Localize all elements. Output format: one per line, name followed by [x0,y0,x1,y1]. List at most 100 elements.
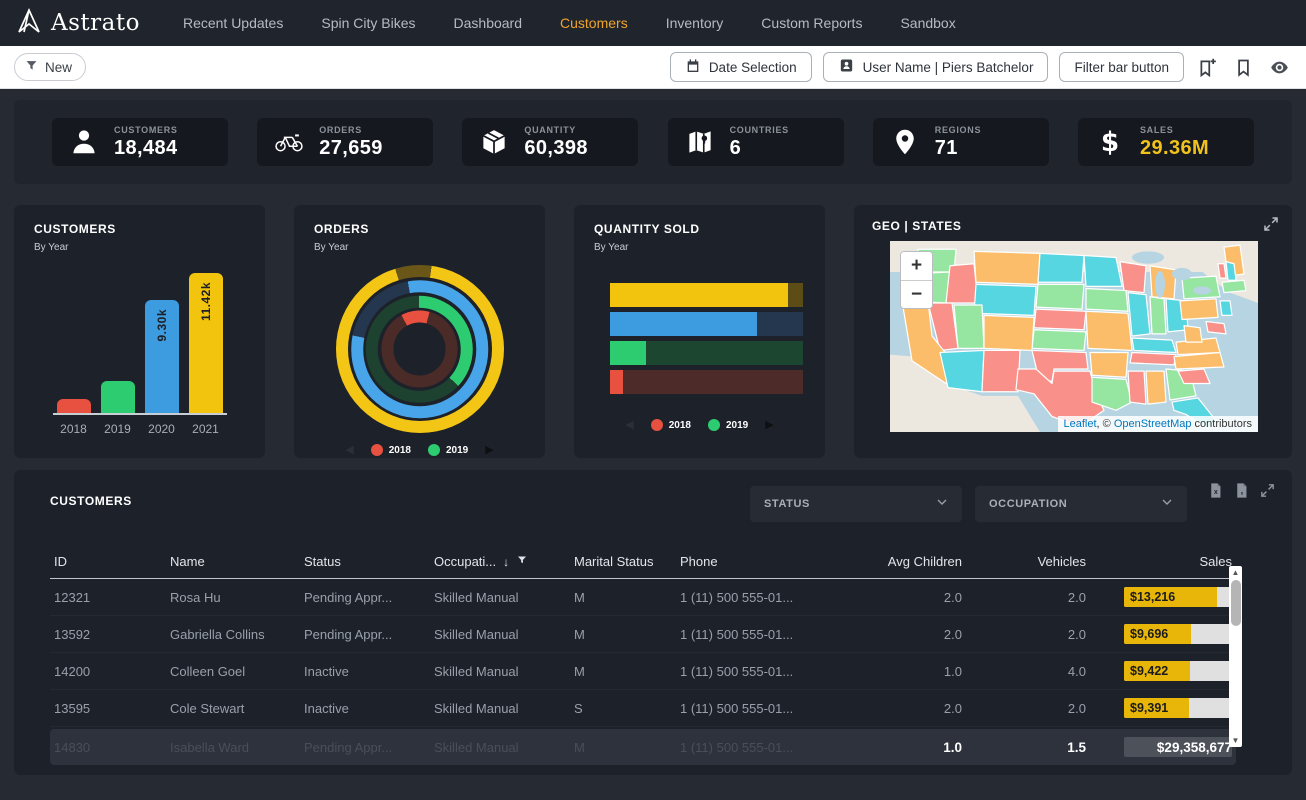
export-csv-icon[interactable]: , [1233,482,1250,504]
orders-donut[interactable] [336,265,504,433]
filter-bar-button[interactable]: Filter bar button [1059,52,1184,82]
expand-icon[interactable] [1262,215,1280,238]
occupation-filter-select[interactable]: OCCUPATION [975,486,1187,522]
kpi-label: SALES [1140,125,1209,135]
leaflet-link[interactable]: Leaflet [1064,418,1097,430]
cell-vehicles: 2.0 [966,579,1090,615]
map-zoom-out-button[interactable]: − [901,280,932,308]
nav-item-customers[interactable]: Customers [541,0,647,46]
column-header-label: Vehicles [1038,554,1086,569]
quantity-bar-plot[interactable] [610,283,803,394]
cell-phone: 1 (11) 500 555-01... [676,616,852,652]
brand-logo[interactable]: Astrato [16,7,140,40]
column-header-sales[interactable]: Sales [1090,548,1236,578]
hbar-2020 [610,312,803,336]
cell-sales: $13,216 [1090,579,1236,615]
nav-item-sandbox[interactable]: Sandbox [881,0,974,46]
sort-desc-icon[interactable]: ↓ [503,555,509,569]
kpi-label: QUANTITY [524,125,588,135]
column-header-marital-status[interactable]: Marital Status [570,548,676,578]
totals-values: 1.01.5$29,358,677 [50,729,1236,765]
date-selection-button[interactable]: Date Selection [670,52,812,82]
legend-prev-arrow[interactable]: ◀ [345,445,353,456]
table-scrollbar[interactable]: ▲ ▼ [1229,566,1242,747]
nav-item-dashboard[interactable]: Dashboard [435,0,542,46]
column-header-label: Phone [680,554,718,569]
table-row[interactable]: 12321Rosa HuPending Appr...Skilled Manua… [50,579,1236,616]
column-header-occupati[interactable]: Occupati... ↓ [430,548,570,578]
nav-item-inventory[interactable]: Inventory [647,0,743,46]
totals-empty [570,729,676,765]
nav-item-custom-reports[interactable]: Custom Reports [742,0,881,46]
openstreetmap-link[interactable]: OpenStreetMap [1114,418,1192,430]
column-header-name[interactable]: Name [166,548,300,578]
column-header-label: Occupati... [434,554,496,569]
x-tick-2021: 2021 [189,422,223,436]
legend-item-2019[interactable]: 2019 [708,419,748,431]
kpi-tile-countries[interactable]: COUNTRIES6 [668,118,844,166]
kpi-text: CUSTOMERS18,484 [114,125,178,160]
hbar-fill-2021 [610,283,788,307]
column-header-id[interactable]: ID [50,548,166,578]
legend-prev-arrow[interactable]: ◀ [625,420,633,431]
export-excel-icon[interactable]: x [1207,482,1224,504]
dollar-icon: $ [1095,127,1125,157]
chevron-down-icon [934,494,950,515]
expand-icon[interactable] [1259,482,1276,504]
cell-name: Cole Stewart [166,690,300,726]
sales-data-bar: $9,696 [1124,624,1232,644]
quantity-chart-subtitle: By Year [594,242,805,253]
eye-icon[interactable] [1267,55,1292,80]
legend-item-2018[interactable]: 2018 [371,444,411,456]
geo-map[interactable]: + − Leaflet, © OpenStreetMap contributor… [890,241,1258,432]
legend-next-arrow[interactable]: ▶ [765,420,773,431]
totals-avg-children: 1.0 [852,729,966,765]
legend-dot [708,419,720,431]
package-icon [479,127,509,157]
cell-sales: $9,391 [1090,690,1236,726]
scrollbar-down-arrow[interactable]: ▼ [1229,736,1242,745]
column-funnel-icon[interactable] [516,554,528,569]
legend-next-arrow[interactable]: ▶ [485,445,493,456]
kpi-tile-customers[interactable]: CUSTOMERS18,484 [52,118,228,166]
kpi-tile-sales[interactable]: $SALES29.36M [1078,118,1254,166]
sales-bar-value: $9,422 [1130,664,1168,678]
hbar-2018 [610,370,803,394]
cell-marital: M [570,616,676,652]
table-row[interactable]: 13595Cole StewartInactiveSkilled ManualS… [50,690,1236,727]
nav-item-spin-city-bikes[interactable]: Spin City Bikes [302,0,434,46]
table-row[interactable]: 14200Colleen GoelInactiveSkilled ManualM… [50,653,1236,690]
new-filter-chip[interactable]: New [14,53,86,81]
nav-item-recent-updates[interactable]: Recent Updates [164,0,302,46]
column-header-avg-children[interactable]: Avg Children [852,548,966,578]
table-row[interactable]: 13592Gabriella CollinsPending Appr...Ski… [50,616,1236,653]
legend-item-2019[interactable]: 2019 [428,444,468,456]
column-header-phone[interactable]: Phone [676,548,852,578]
map-zoom-in-button[interactable]: + [901,252,932,280]
column-header-status[interactable]: Status [300,548,430,578]
customers-bar-plot[interactable]: 9.30k11.42k [53,275,227,415]
kpi-tile-orders[interactable]: ORDERS27,659 [257,118,433,166]
cell-occupation: Skilled Manual [430,616,570,652]
quantity-legend: ◀ 2018 2019 ▶ [594,419,805,431]
charts-row: CUSTOMERS By Year 9.30k11.42k 2018201920… [14,205,1292,458]
legend-item-2018[interactable]: 2018 [651,419,691,431]
kpi-value: 60,398 [524,137,588,160]
cell-avg-children: 2.0 [852,616,966,652]
kpi-tile-quantity[interactable]: QUANTITY 60,398 [462,118,638,166]
column-header-label: ID [54,554,67,569]
scrollbar-up-arrow[interactable]: ▲ [1229,568,1242,577]
cell-vehicles: 4.0 [966,653,1090,689]
scrollbar-thumb[interactable] [1231,580,1241,626]
bookmark-add-icon[interactable] [1195,55,1220,80]
bookmark-icon[interactable] [1231,55,1256,80]
cell-status: Inactive [300,690,430,726]
column-header-vehicles[interactable]: Vehicles [966,548,1090,578]
map-attribution: Leaflet, © OpenStreetMap contributors [1058,416,1259,432]
status-filter-select[interactable]: STATUS [750,486,962,522]
kpi-tile-regions[interactable]: REGIONS71 [873,118,1049,166]
legend-dot [371,444,383,456]
user-button[interactable]: User Name | Piers Batchelor [823,52,1049,82]
geo-panel: GEO | STATES [854,205,1292,458]
cell-name: Colleen Goel [166,653,300,689]
